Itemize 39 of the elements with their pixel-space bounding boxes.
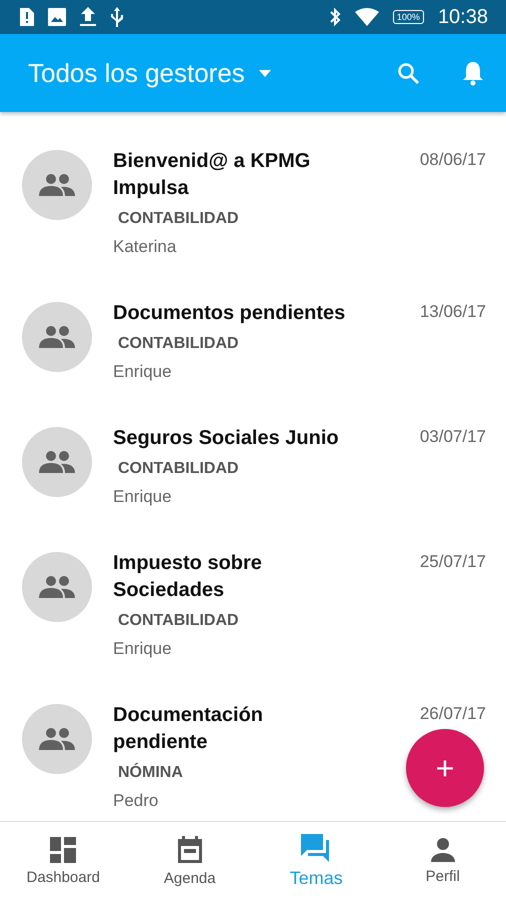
topic-author: Pedro bbox=[113, 790, 160, 812]
clock: 10:38 bbox=[438, 6, 488, 28]
topic-date: 08/06/17 bbox=[420, 150, 486, 170]
topic-title: Impuesto sobre Sociedades bbox=[113, 551, 263, 603]
image-icon bbox=[48, 8, 66, 26]
chat-icon bbox=[301, 834, 332, 862]
nav-tab[interactable]: Dashboard bbox=[0, 822, 126, 900]
topic-date: 13/06/17 bbox=[420, 302, 486, 322]
topic-author: Enrique bbox=[113, 361, 173, 383]
nav-tab[interactable]: Perfil bbox=[380, 822, 506, 900]
add-button[interactable]: + bbox=[406, 729, 484, 807]
topic-author: Katerina bbox=[113, 236, 178, 258]
topic-title: Bienvenid@ a KPMG Impulsa bbox=[113, 149, 312, 201]
topic-category: CONTABILIDAD bbox=[118, 611, 240, 631]
person-icon bbox=[430, 838, 455, 862]
topic-author: Enrique bbox=[113, 638, 173, 660]
dashboard-icon bbox=[50, 836, 76, 862]
nav-tab[interactable]: Agenda bbox=[126, 822, 253, 900]
topic-author: Enrique bbox=[113, 486, 173, 508]
bell-icon[interactable] bbox=[462, 60, 484, 86]
topic-date: 26/07/17 bbox=[420, 704, 486, 724]
usb-icon bbox=[110, 7, 124, 27]
caret-icon bbox=[258, 70, 271, 76]
topic-category: CONTABILIDAD bbox=[118, 209, 240, 229]
topic-title: Documentos pendientes bbox=[113, 301, 346, 326]
topic-category: CONTABILIDAD bbox=[118, 459, 240, 479]
battery-icon: 100% bbox=[392, 10, 424, 24]
topic-date: 25/07/17 bbox=[420, 552, 486, 572]
topic-title: Seguros Sociales Junio bbox=[113, 426, 340, 451]
upload-icon bbox=[80, 7, 96, 27]
topic-category: NÓMINA bbox=[118, 762, 184, 783]
topic-category: CONTABILIDAD bbox=[118, 334, 240, 354]
bluetooth-icon bbox=[328, 7, 341, 27]
alert-icon bbox=[18, 8, 34, 26]
topic-date: 03/07/17 bbox=[420, 427, 486, 447]
search-icon[interactable] bbox=[396, 61, 420, 85]
topic-title: Documentación pendiente bbox=[113, 703, 264, 755]
calendar-icon bbox=[176, 836, 203, 864]
wifi-icon bbox=[354, 8, 379, 26]
